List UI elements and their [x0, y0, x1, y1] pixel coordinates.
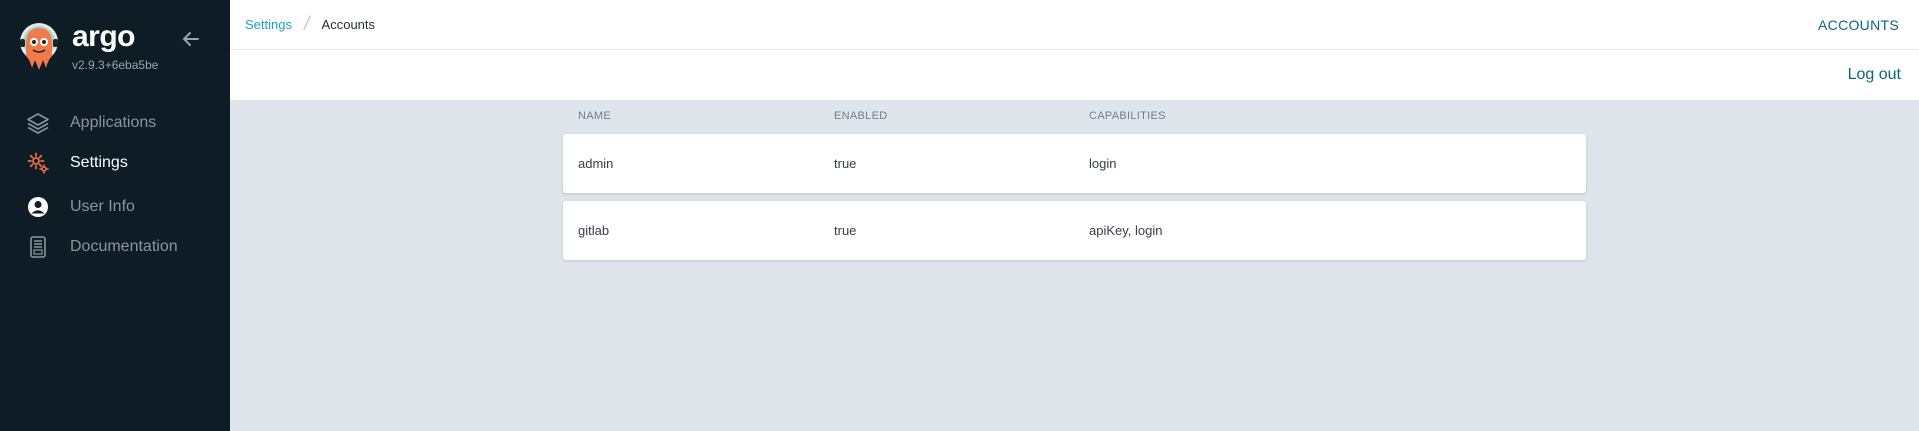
sidebar-item-user-info[interactable]: User Info [0, 188, 230, 226]
main-area: Settings / Accounts ACCOUNTS Log out NAM… [230, 0, 1919, 431]
accounts-table: NAME ENABLED CAPABILITIES admin true log… [563, 106, 1586, 260]
account-name: admin [578, 156, 614, 171]
account-capabilities: apiKey, login [1089, 223, 1163, 238]
app-root: argo v2.9.3+6eba5be Applications Setting… [0, 0, 1919, 431]
breadcrumb: Settings / Accounts [245, 13, 375, 36]
column-header-enabled: ENABLED [834, 110, 888, 122]
column-header-name: NAME [578, 110, 611, 122]
sidebar-item-documentation[interactable]: Documentation [0, 228, 230, 266]
content-area: NAME ENABLED CAPABILITIES admin true log… [230, 100, 1919, 431]
gear-icon [26, 151, 50, 175]
brand-version: v2.9.3+6eba5be [72, 58, 159, 72]
argo-logo-icon [20, 23, 58, 70]
breadcrumb-settings-link[interactable]: Settings [245, 17, 292, 32]
sidebar-item-settings[interactable]: Settings [0, 144, 230, 182]
layers-icon [26, 111, 50, 135]
book-icon [26, 235, 50, 259]
page-title: ACCOUNTS [1818, 16, 1899, 33]
action-bar: Log out [230, 50, 1919, 100]
table-row[interactable]: gitlab true apiKey, login [563, 201, 1586, 260]
account-enabled: true [834, 223, 857, 238]
sidebar-item-label: Documentation [70, 238, 178, 255]
brand[interactable]: argo v2.9.3+6eba5be [18, 22, 158, 74]
account-name: gitlab [578, 223, 610, 238]
sidebar-item-applications[interactable]: Applications [0, 104, 230, 142]
brand-name: argo [72, 20, 136, 53]
breadcrumb-current: Accounts [321, 17, 376, 32]
logout-button[interactable]: Log out [1848, 66, 1901, 84]
table-row[interactable]: admin true login [563, 134, 1586, 193]
collapse-sidebar-button[interactable] [178, 26, 204, 52]
sidebar-item-label: User Info [70, 198, 135, 215]
sidebar-item-label: Settings [70, 154, 128, 171]
account-capabilities: login [1089, 156, 1117, 171]
breadcrumb-separator: / [302, 13, 312, 35]
table-header: NAME ENABLED CAPABILITIES [563, 106, 1586, 126]
sidebar: argo v2.9.3+6eba5be Applications Setting… [0, 0, 230, 431]
column-header-capabilities: CAPABILITIES [1089, 110, 1166, 122]
top-bar: Settings / Accounts ACCOUNTS [230, 0, 1919, 50]
user-circle-icon [26, 195, 50, 219]
arrow-left-icon [182, 32, 199, 46]
account-enabled: true [834, 156, 857, 171]
sidebar-nav: Applications Settings User Info Document… [0, 104, 230, 268]
sidebar-item-label: Applications [70, 114, 157, 131]
